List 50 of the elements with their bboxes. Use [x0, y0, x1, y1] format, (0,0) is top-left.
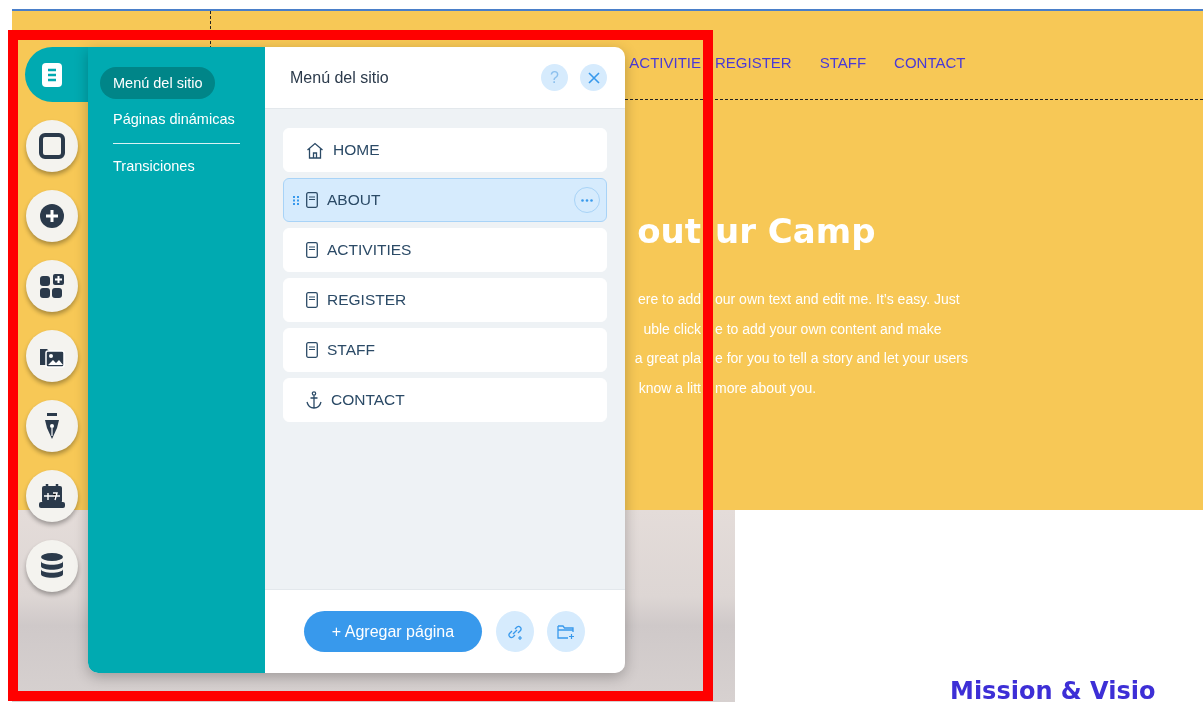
- ellipsis-icon: [581, 198, 593, 202]
- panel-title: Menú del sitio: [290, 68, 390, 87]
- page-label: ABOUT: [327, 191, 382, 209]
- paragraph-text: our own text and edit me. It’s easy. Just: [715, 290, 960, 309]
- add-page-button[interactable]: + Agregar página: [304, 611, 482, 652]
- paragraph-text: ere to add: [637, 290, 701, 309]
- toolbar-tab[interactable]: [25, 47, 88, 102]
- sidebar-tab[interactable]: Menú del sitio: [100, 67, 216, 99]
- folder-plus-icon: [557, 622, 575, 641]
- sidebar-tab[interactable]: Transiciones: [100, 150, 208, 182]
- page-icon: [306, 242, 318, 258]
- close-icon: [587, 71, 600, 84]
- hero-heading: ur Camp: [715, 210, 876, 253]
- nav-link[interactable]: REGISTER: [715, 54, 792, 71]
- apps-icon: [39, 273, 65, 299]
- page-label: CONTACT: [331, 391, 406, 409]
- sidebar-tab[interactable]: Páginas dinámicas: [100, 103, 248, 135]
- nav-link[interactable]: CONTACT: [894, 54, 966, 71]
- hero-heading: out: [637, 210, 701, 253]
- section-heading: Mission & Visio: [950, 677, 1156, 702]
- page-icon: [306, 342, 318, 358]
- close-button[interactable]: [580, 64, 607, 91]
- page-item[interactable]: ABOUT: [283, 178, 607, 222]
- page-icon: [306, 292, 318, 308]
- page-item[interactable]: ACTIVITIES: [283, 228, 607, 272]
- nav-link[interactable]: STAFF: [819, 54, 867, 71]
- paragraph-text: e for you to tell a story and let your users: [715, 349, 968, 368]
- home-icon: [306, 141, 324, 159]
- page-item[interactable]: HOME: [283, 128, 607, 172]
- page-item[interactable]: CONTACT: [283, 378, 607, 422]
- page-item[interactable]: REGISTER: [283, 278, 607, 322]
- database-icon: [40, 552, 64, 580]
- square-icon: [39, 133, 65, 159]
- calendar-icon: [38, 482, 66, 510]
- paragraph-text: e to add your own content and make: [715, 319, 942, 339]
- paragraph-text: uble click: [643, 319, 701, 339]
- drag-handle-icon[interactable]: [293, 196, 299, 205]
- page-item[interactable]: STAFF: [283, 328, 607, 372]
- page-label: ACTIVITIES: [327, 241, 413, 259]
- page-label: REGISTER: [327, 291, 408, 309]
- page-label: STAFF: [327, 341, 376, 359]
- paragraph-text: know a litt: [638, 378, 701, 398]
- nav-link[interactable]: ACTIVITIE: [629, 54, 701, 71]
- anchor-icon: [306, 391, 322, 409]
- paragraph-text: more about you.: [715, 378, 817, 398]
- document-icon: [40, 61, 64, 88]
- add-icon: [39, 203, 65, 229]
- paragraph-text: a great pla: [634, 349, 701, 368]
- page-label: HOME: [333, 141, 381, 159]
- page-icon: [306, 192, 318, 208]
